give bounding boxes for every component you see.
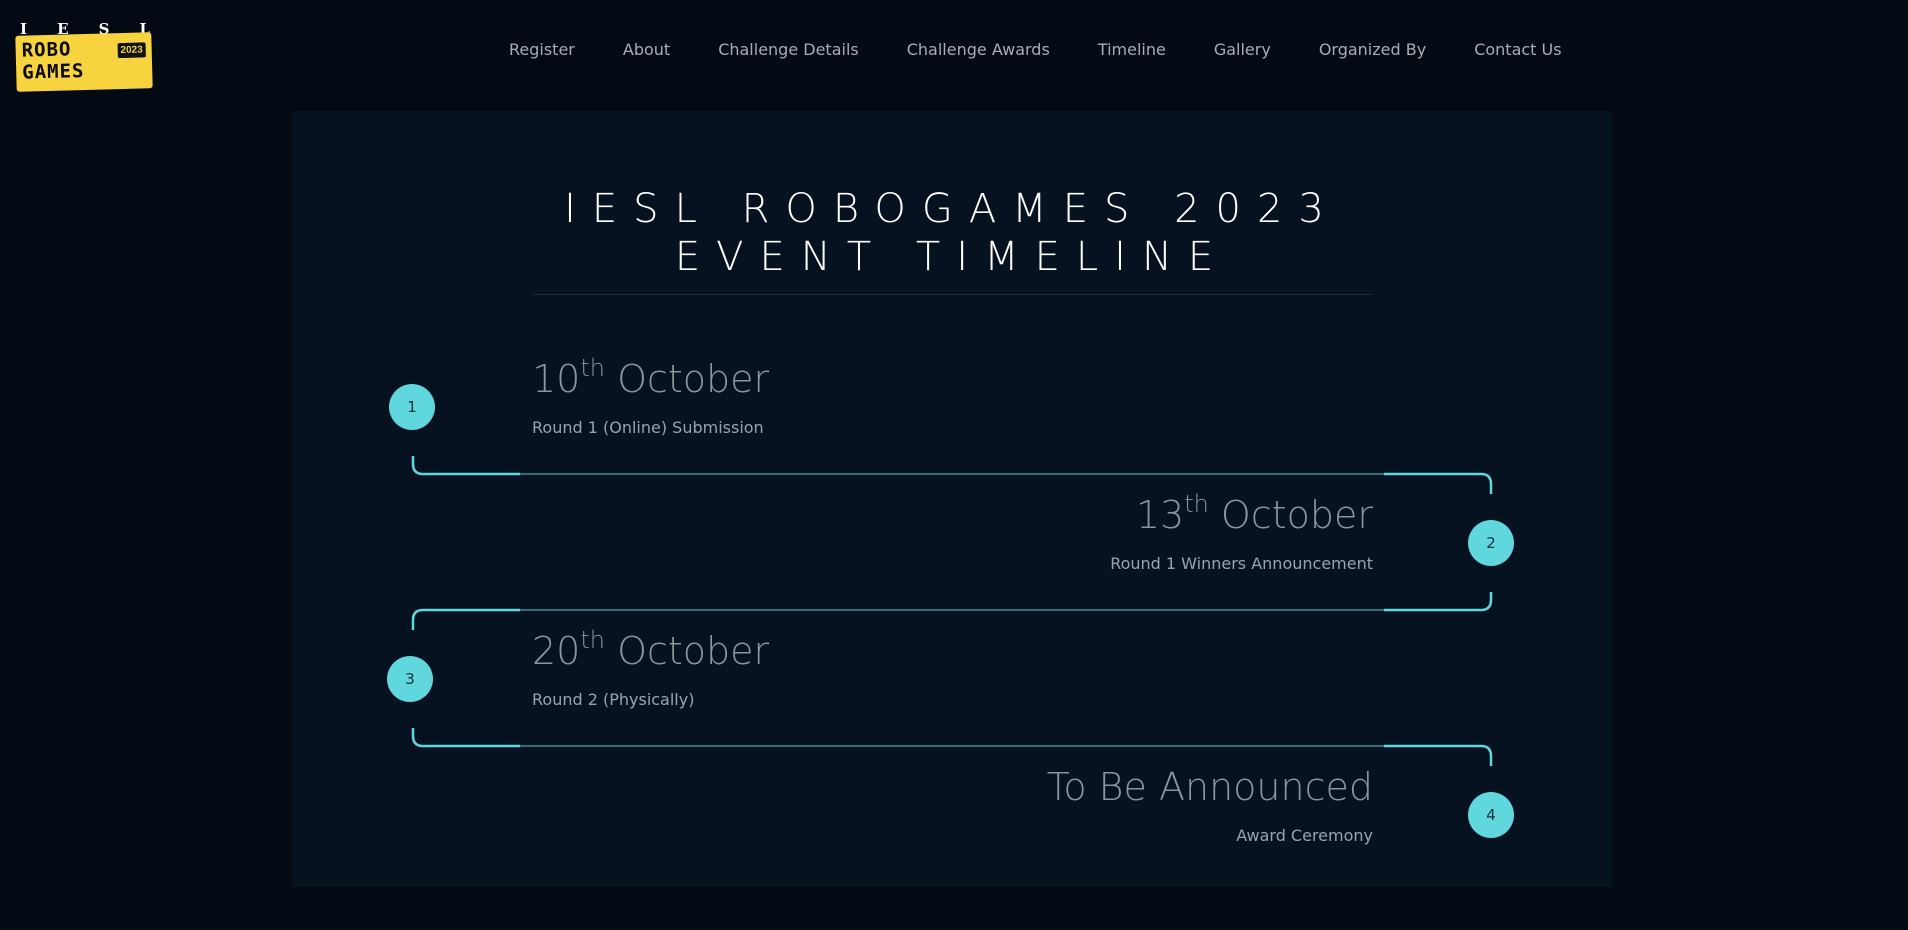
- event-date-2: 13th October: [1135, 490, 1373, 537]
- nav-challenge-awards[interactable]: Challenge Awards: [907, 40, 1050, 59]
- event-description-3: Round 2 (Physically): [532, 690, 695, 709]
- event-description-4: Award Ceremony: [1236, 826, 1373, 845]
- logo-wordmark: ROBO GAMES: [21, 38, 85, 84]
- connector-1-2: [411, 456, 1493, 494]
- timeline-marker-1: 1: [389, 384, 435, 430]
- connector-3-4: [411, 728, 1493, 766]
- event-description-2: Round 1 Winners Announcement: [1110, 554, 1373, 573]
- timeline-connectors: [411, 456, 1493, 766]
- timeline-panel: IESL ROBOGAMES 2023 EVENT TIMELINE 1 10t…: [292, 111, 1612, 887]
- event-date-1: 10th October: [532, 354, 770, 401]
- logo-year: 2023: [117, 42, 146, 59]
- main-nav: Register About Challenge Details Challen…: [509, 40, 1562, 59]
- timeline-marker-2: 2: [1468, 520, 1514, 566]
- timeline-marker-3: 3: [387, 656, 433, 702]
- nav-gallery[interactable]: Gallery: [1214, 40, 1271, 59]
- connector-2-3: [411, 592, 1493, 630]
- event-date-3: 20th October: [532, 626, 770, 673]
- timeline-marker-4: 4: [1468, 792, 1514, 838]
- nav-about[interactable]: About: [623, 40, 670, 59]
- logo-badge: ROBO GAMES 2023: [15, 32, 153, 92]
- nav-register[interactable]: Register: [509, 40, 575, 59]
- event-date-4: To Be Announced: [1046, 765, 1373, 809]
- event-description-1: Round 1 (Online) Submission: [532, 418, 764, 437]
- nav-organized-by[interactable]: Organized By: [1319, 40, 1426, 59]
- nav-timeline[interactable]: Timeline: [1098, 40, 1166, 59]
- robogames-logo[interactable]: I E S L ROBO GAMES 2023: [14, 20, 154, 92]
- nav-contact-us[interactable]: Contact Us: [1474, 40, 1561, 59]
- nav-challenge-details[interactable]: Challenge Details: [718, 40, 859, 59]
